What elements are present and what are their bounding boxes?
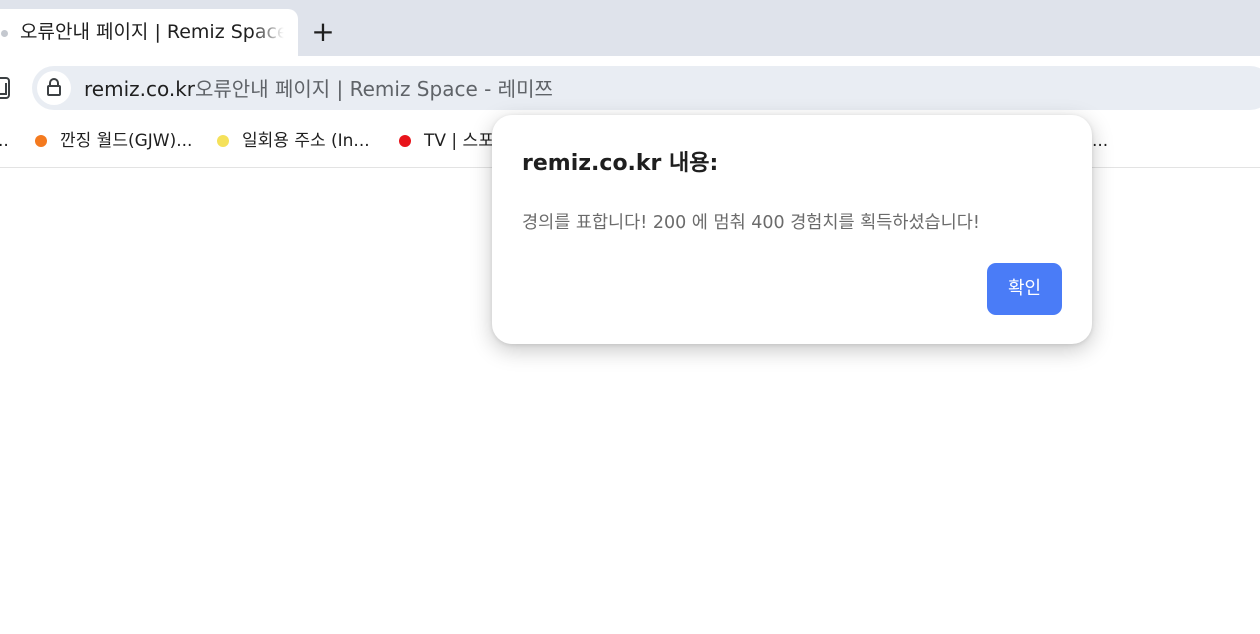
dialog-message: 경의를 표합니다! 200 에 멈춰 400 경험치를 획득하셨습니다! (522, 213, 980, 233)
bookmark-overflow-right[interactable]: ... (1092, 130, 1108, 152)
side-panel-icon[interactable] (0, 77, 10, 99)
bookmark-dot-icon (399, 135, 411, 147)
ok-button[interactable]: 확인 (987, 263, 1062, 315)
tab-title: 오류안내 페이지 | Remiz Space - 레미쯔 (20, 21, 284, 43)
alert-dialog: remiz.co.kr 내용: 경의를 표합니다! 200 에 멈춰 400 경… (492, 115, 1092, 344)
tab-favicon-icon (1, 30, 8, 37)
browser-window: 오류안내 페이지 | Remiz Space - 레미쯔 + remiz.co.… (0, 0, 1260, 634)
bookmark-dot-icon (35, 135, 47, 147)
bookmark-overflow-left[interactable]: .. (0, 130, 9, 152)
bookmark-label: TV | 스포 (424, 131, 494, 151)
url-domain[interactable]: remiz.co.kr (84, 77, 195, 101)
bookmark-item[interactable]: 일회용 주소 (In... (217, 130, 370, 152)
tab-active[interactable]: 오류안내 페이지 | Remiz Space - 레미쯔 (0, 9, 298, 56)
tab-strip: 오류안내 페이지 | Remiz Space - 레미쯔 + (0, 0, 1260, 56)
url-page-title[interactable]: 오류안내 페이지 | Remiz Space - 레미쯔 (195, 77, 553, 101)
bookmark-label: 일회용 주소 (In... (242, 131, 370, 151)
bookmark-dot-icon (217, 135, 229, 147)
bookmark-label: 깐징 월드(GJW)... (60, 131, 193, 151)
bookmark-item[interactable]: 깐징 월드(GJW)... (35, 130, 192, 152)
new-tab-button[interactable]: + (306, 15, 340, 49)
dialog-title: remiz.co.kr 내용: (522, 151, 719, 176)
bookmark-item[interactable]: TV | 스포 (399, 130, 494, 152)
lock-icon-body (47, 85, 61, 96)
site-info-button[interactable] (37, 71, 71, 105)
